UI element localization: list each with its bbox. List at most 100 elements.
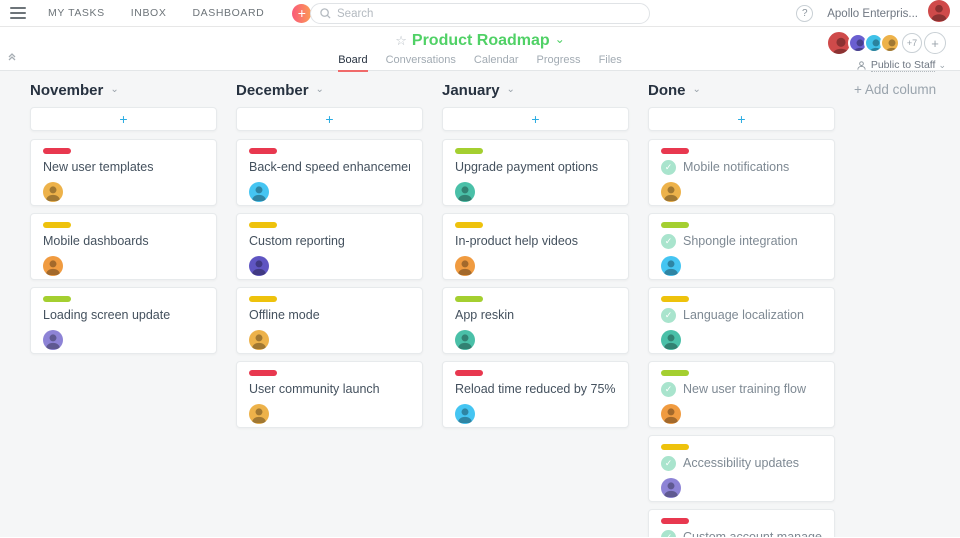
task-title: New user training flow [683, 382, 806, 397]
column-done: Done ⌄ + ✓ Mobile notifications ✓ Shpongle int… [648, 81, 835, 537]
task-title-line: ✓ Language localization [661, 308, 822, 323]
task-card[interactable]: ✓ Mobile notifications [648, 139, 835, 206]
assignee-avatar [661, 256, 681, 276]
column-january: January⌄ + Upgrade payment options In-produ… [442, 81, 629, 435]
quick-add-button[interactable]: + [292, 4, 311, 23]
task-card[interactable]: Mobile dashboards [30, 213, 217, 280]
task-tag [455, 148, 483, 154]
assignee-avatar [661, 478, 681, 498]
share-chevron-icon: ⌄ [938, 60, 946, 71]
task-title: User community launch [249, 382, 410, 397]
task-title: App reskin [455, 308, 616, 323]
tab-board[interactable]: Board [338, 54, 367, 72]
task-title: Language localization [683, 308, 804, 323]
task-card[interactable]: ✓ Custom account management [648, 509, 835, 537]
add-card-button[interactable]: + [442, 107, 629, 131]
tab-files[interactable]: Files [599, 54, 622, 72]
column-header-november[interactable]: November ⌄ [30, 81, 217, 99]
add-card-button[interactable]: + [648, 107, 835, 131]
task-title: New user templates [43, 160, 204, 175]
task-card[interactable]: New user templates [30, 139, 217, 206]
task-tag [661, 370, 689, 376]
collapse-icon[interactable] [7, 49, 17, 67]
help-button[interactable]: ? [796, 5, 813, 22]
column-chevron-icon: ⌄ [693, 84, 701, 95]
column-header-january[interactable]: January⌄ [442, 81, 629, 99]
task-title: Custom reporting [249, 234, 410, 249]
menu-icon[interactable] [10, 7, 26, 19]
project-title-row: ☆ Product Roadmap ⌄ [0, 27, 960, 50]
member-overflow-badge[interactable]: +7 [902, 33, 922, 53]
check-icon: ✓ [661, 382, 676, 397]
project-menu-chevron-icon[interactable]: ⌄ [555, 32, 565, 46]
column-november: November ⌄ + New user templates Mobile dashb… [30, 81, 217, 361]
task-tag [43, 222, 71, 228]
task-card[interactable]: User community launch [236, 361, 423, 428]
task-tag [249, 148, 277, 154]
task-card[interactable]: ✓ Language localization [648, 287, 835, 354]
member-avatars: +7+ [830, 30, 946, 56]
task-tag [661, 444, 689, 450]
search-box[interactable] [310, 3, 650, 24]
column-chevron-icon: ⌄ [110, 84, 118, 95]
task-card[interactable]: App reskin [442, 287, 629, 354]
task-tag [43, 148, 71, 154]
tab-conversations[interactable]: Conversations [386, 54, 456, 72]
column-header-december[interactable]: December ⌄ [236, 81, 423, 99]
workspace-name[interactable]: Apollo Enterpris... [827, 8, 918, 20]
task-title: Upgrade payment options [455, 160, 616, 175]
task-title: Mobile notifications [683, 160, 789, 175]
task-title: Mobile dashboards [43, 234, 204, 249]
nav-item-my-tasks[interactable]: MY TASKS [48, 7, 105, 19]
task-card[interactable]: Loading screen update [30, 287, 217, 354]
top-nav: MY TASKS INBOX DASHBOARD [48, 7, 290, 19]
task-title-line: ✓ Custom account management [661, 530, 822, 537]
add-card-button[interactable]: + [236, 107, 423, 131]
add-column-button[interactable]: + Add column [854, 81, 936, 97]
nav-item-dashboard[interactable]: DASHBOARD [192, 7, 264, 19]
nav-item-inbox[interactable]: INBOX [131, 7, 167, 19]
check-icon: ✓ [661, 160, 676, 175]
task-card[interactable]: Reload time reduced by 75% [442, 361, 629, 428]
column-name: Done [648, 82, 686, 99]
task-card[interactable]: ✓ Shpongle integration [648, 213, 835, 280]
task-title-line: ✓ Mobile notifications [661, 160, 822, 175]
column-chevron-icon: ⌄ [316, 84, 324, 95]
task-title: Offline mode [249, 308, 410, 323]
task-card[interactable]: Custom reporting [236, 213, 423, 280]
task-title: Shpongle integration [683, 234, 798, 249]
search-icon [320, 8, 331, 19]
member-avatar[interactable] [880, 33, 900, 53]
column-header-done[interactable]: Done ⌄ [648, 81, 835, 99]
column-name: January [442, 82, 500, 99]
task-card[interactable]: Back-end speed enhancements [236, 139, 423, 206]
assignee-avatar [43, 330, 63, 350]
favorite-star-icon[interactable]: ☆ [395, 33, 407, 49]
check-icon: ✓ [661, 456, 676, 471]
task-title: Back-end speed enhancements [249, 160, 410, 175]
task-title-line: ✓Accessibility updates [661, 456, 822, 471]
add-card-button[interactable]: + [30, 107, 217, 131]
task-tag [249, 296, 277, 302]
task-card[interactable]: ✓Accessibility updates [648, 435, 835, 502]
tab-calendar[interactable]: Calendar [474, 54, 519, 72]
check-icon: ✓ [661, 308, 676, 323]
task-card[interactable]: ✓ New user training flow [648, 361, 835, 428]
task-title: Custom account management [683, 530, 822, 537]
add-member-button[interactable]: + [924, 32, 946, 54]
assignee-avatar [43, 256, 63, 276]
check-icon: ✓ [661, 234, 676, 249]
task-card[interactable]: Offline mode [236, 287, 423, 354]
share-label: Public to Staff [871, 59, 936, 72]
column-name: December [236, 82, 309, 99]
search-input[interactable] [337, 8, 617, 20]
task-card[interactable]: In-product help videos [442, 213, 629, 280]
share-control[interactable]: Public to Staff ⌄ [830, 59, 946, 72]
check-icon: ✓ [661, 530, 676, 537]
tab-progress[interactable]: Progress [537, 54, 581, 72]
task-title-line: ✓ Shpongle integration [661, 234, 822, 249]
task-card[interactable]: Upgrade payment options [442, 139, 629, 206]
task-tag [43, 296, 71, 302]
column-name: November [30, 82, 103, 99]
user-avatar[interactable] [928, 0, 950, 27]
